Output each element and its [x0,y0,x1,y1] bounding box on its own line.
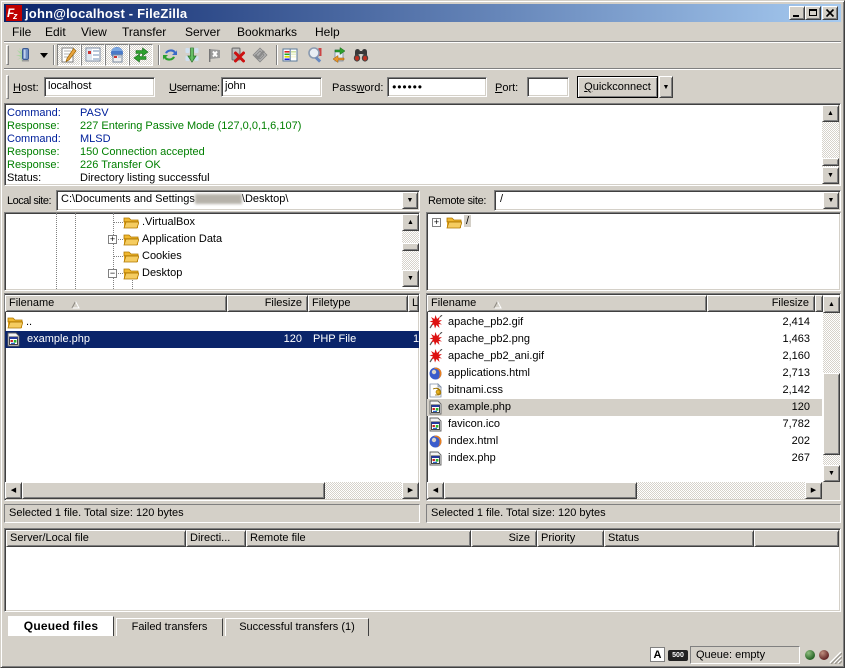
svg-text:z: z [12,11,18,21]
